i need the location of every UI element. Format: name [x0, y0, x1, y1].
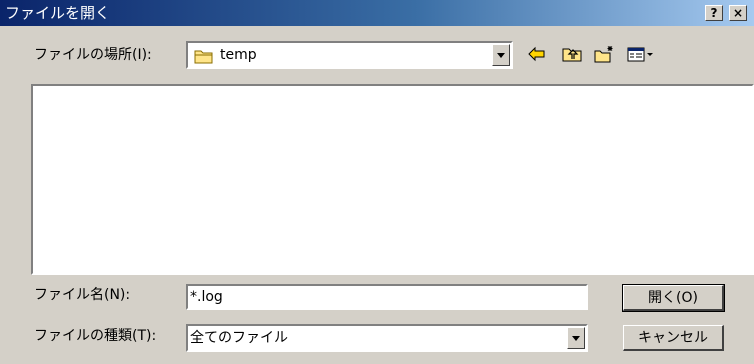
view-menu-icon[interactable] [626, 44, 656, 64]
back-icon[interactable] [526, 44, 548, 64]
filename-label: ファイル名(N): [34, 287, 131, 303]
filetype-combo[interactable]: 全てのファイル [186, 324, 588, 352]
filetype-value: 全てのファイル [190, 330, 288, 346]
open-button[interactable]: 開く(O) [622, 284, 725, 312]
close-button[interactable]: × [729, 5, 747, 21]
up-folder-icon[interactable] [561, 44, 583, 64]
location-dropdown-button[interactable] [492, 44, 510, 66]
location-combo[interactable]: temp [186, 41, 513, 69]
window-title: ファイルを開く [5, 4, 111, 22]
help-button[interactable]: ? [705, 5, 723, 21]
filename-value: *.log [190, 289, 223, 305]
filename-input[interactable]: *.log [186, 284, 588, 310]
title-bar[interactable]: ファイルを開く ? × [0, 0, 754, 26]
location-label: ファイルの場所(I): [34, 47, 152, 63]
folder-icon [194, 48, 214, 68]
file-list[interactable] [31, 84, 754, 275]
location-value: temp [220, 47, 257, 63]
new-folder-icon[interactable] [593, 44, 615, 64]
filetype-label: ファイルの種類(T): [34, 328, 157, 344]
filetype-dropdown-button[interactable] [567, 327, 585, 349]
cancel-button[interactable]: キャンセル [623, 325, 724, 351]
